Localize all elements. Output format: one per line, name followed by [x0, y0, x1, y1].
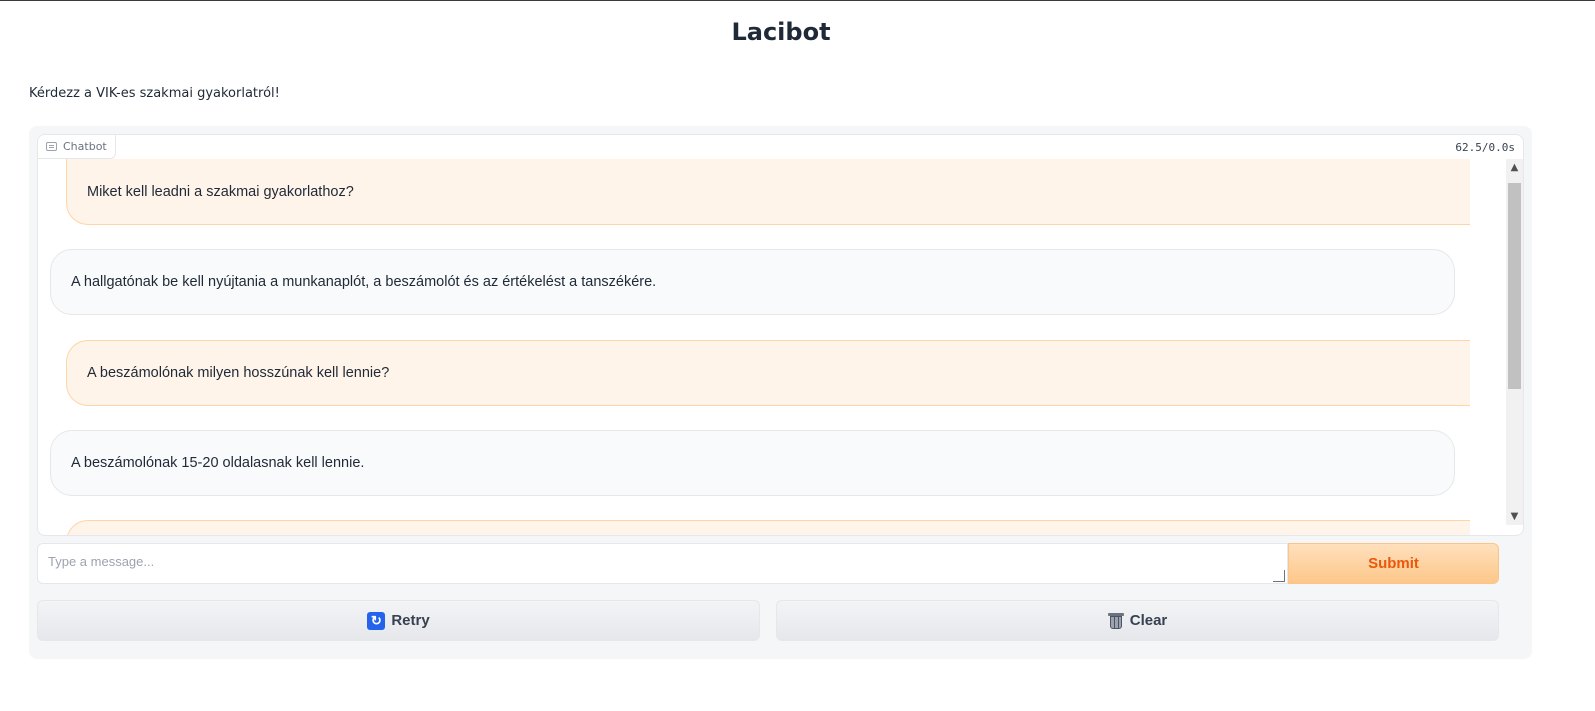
- retry-button[interactable]: ↻ Retry: [37, 600, 760, 641]
- user-message: A beszámolónak milyen hosszúnak kell len…: [66, 340, 1470, 406]
- retry-icon: ↻: [367, 611, 386, 630]
- chat-scrollbar[interactable]: ▲ ▼: [1506, 159, 1523, 525]
- bot-message: A beszámolónak 15-20 oldalasnak kell len…: [50, 430, 1455, 496]
- clear-label: Clear: [1129, 612, 1168, 629]
- scroll-up-icon[interactable]: ▲: [1506, 159, 1523, 176]
- user-message-text: Miket kell leadni a szakmai gyakorlathoz…: [87, 183, 354, 200]
- user-message-text: A beszámolónak milyen hosszúnak kell len…: [87, 365, 390, 381]
- submit-button[interactable]: Submit: [1288, 543, 1499, 584]
- top-border: [0, 0, 1595, 1]
- scroll-thumb[interactable]: [1508, 183, 1521, 389]
- chat-icon: [46, 142, 57, 151]
- scroll-down-icon[interactable]: ▼: [1506, 508, 1523, 525]
- clear-button[interactable]: Clear: [776, 600, 1499, 641]
- user-message: [66, 520, 1470, 535]
- bot-message-text: A beszámolónak 15-20 oldalasnak kell len…: [71, 455, 365, 471]
- retry-label: Retry: [391, 612, 430, 629]
- chatbot-label-text: Chatbot: [63, 140, 107, 153]
- chatbot: Chatbot 62.5/0.0s Miket kell leadni a sz…: [37, 134, 1524, 536]
- message-list[interactable]: Miket kell leadni a szakmai gyakorlathoz…: [38, 159, 1505, 535]
- page-description: Kérdezz a VIK-es szakmai gyakorlatról!: [29, 86, 280, 101]
- bot-message: A hallgatónak be kell nyújtania a munkan…: [50, 249, 1455, 315]
- timer: 62.5/0.0s: [1455, 141, 1515, 154]
- bot-message-text: A hallgatónak be kell nyújtania a munkan…: [71, 274, 657, 290]
- resize-handle-icon[interactable]: [1273, 570, 1285, 582]
- message-input[interactable]: [37, 543, 1288, 584]
- message-input-row: Submit: [37, 543, 1499, 584]
- user-message: Miket kell leadni a szakmai gyakorlathoz…: [66, 159, 1470, 225]
- chat-panel: Chatbot 62.5/0.0s Miket kell leadni a sz…: [29, 126, 1532, 659]
- chatbot-label: Chatbot: [38, 135, 116, 159]
- page-title: Lacibot: [731, 18, 831, 46]
- trash-icon: [1107, 612, 1124, 630]
